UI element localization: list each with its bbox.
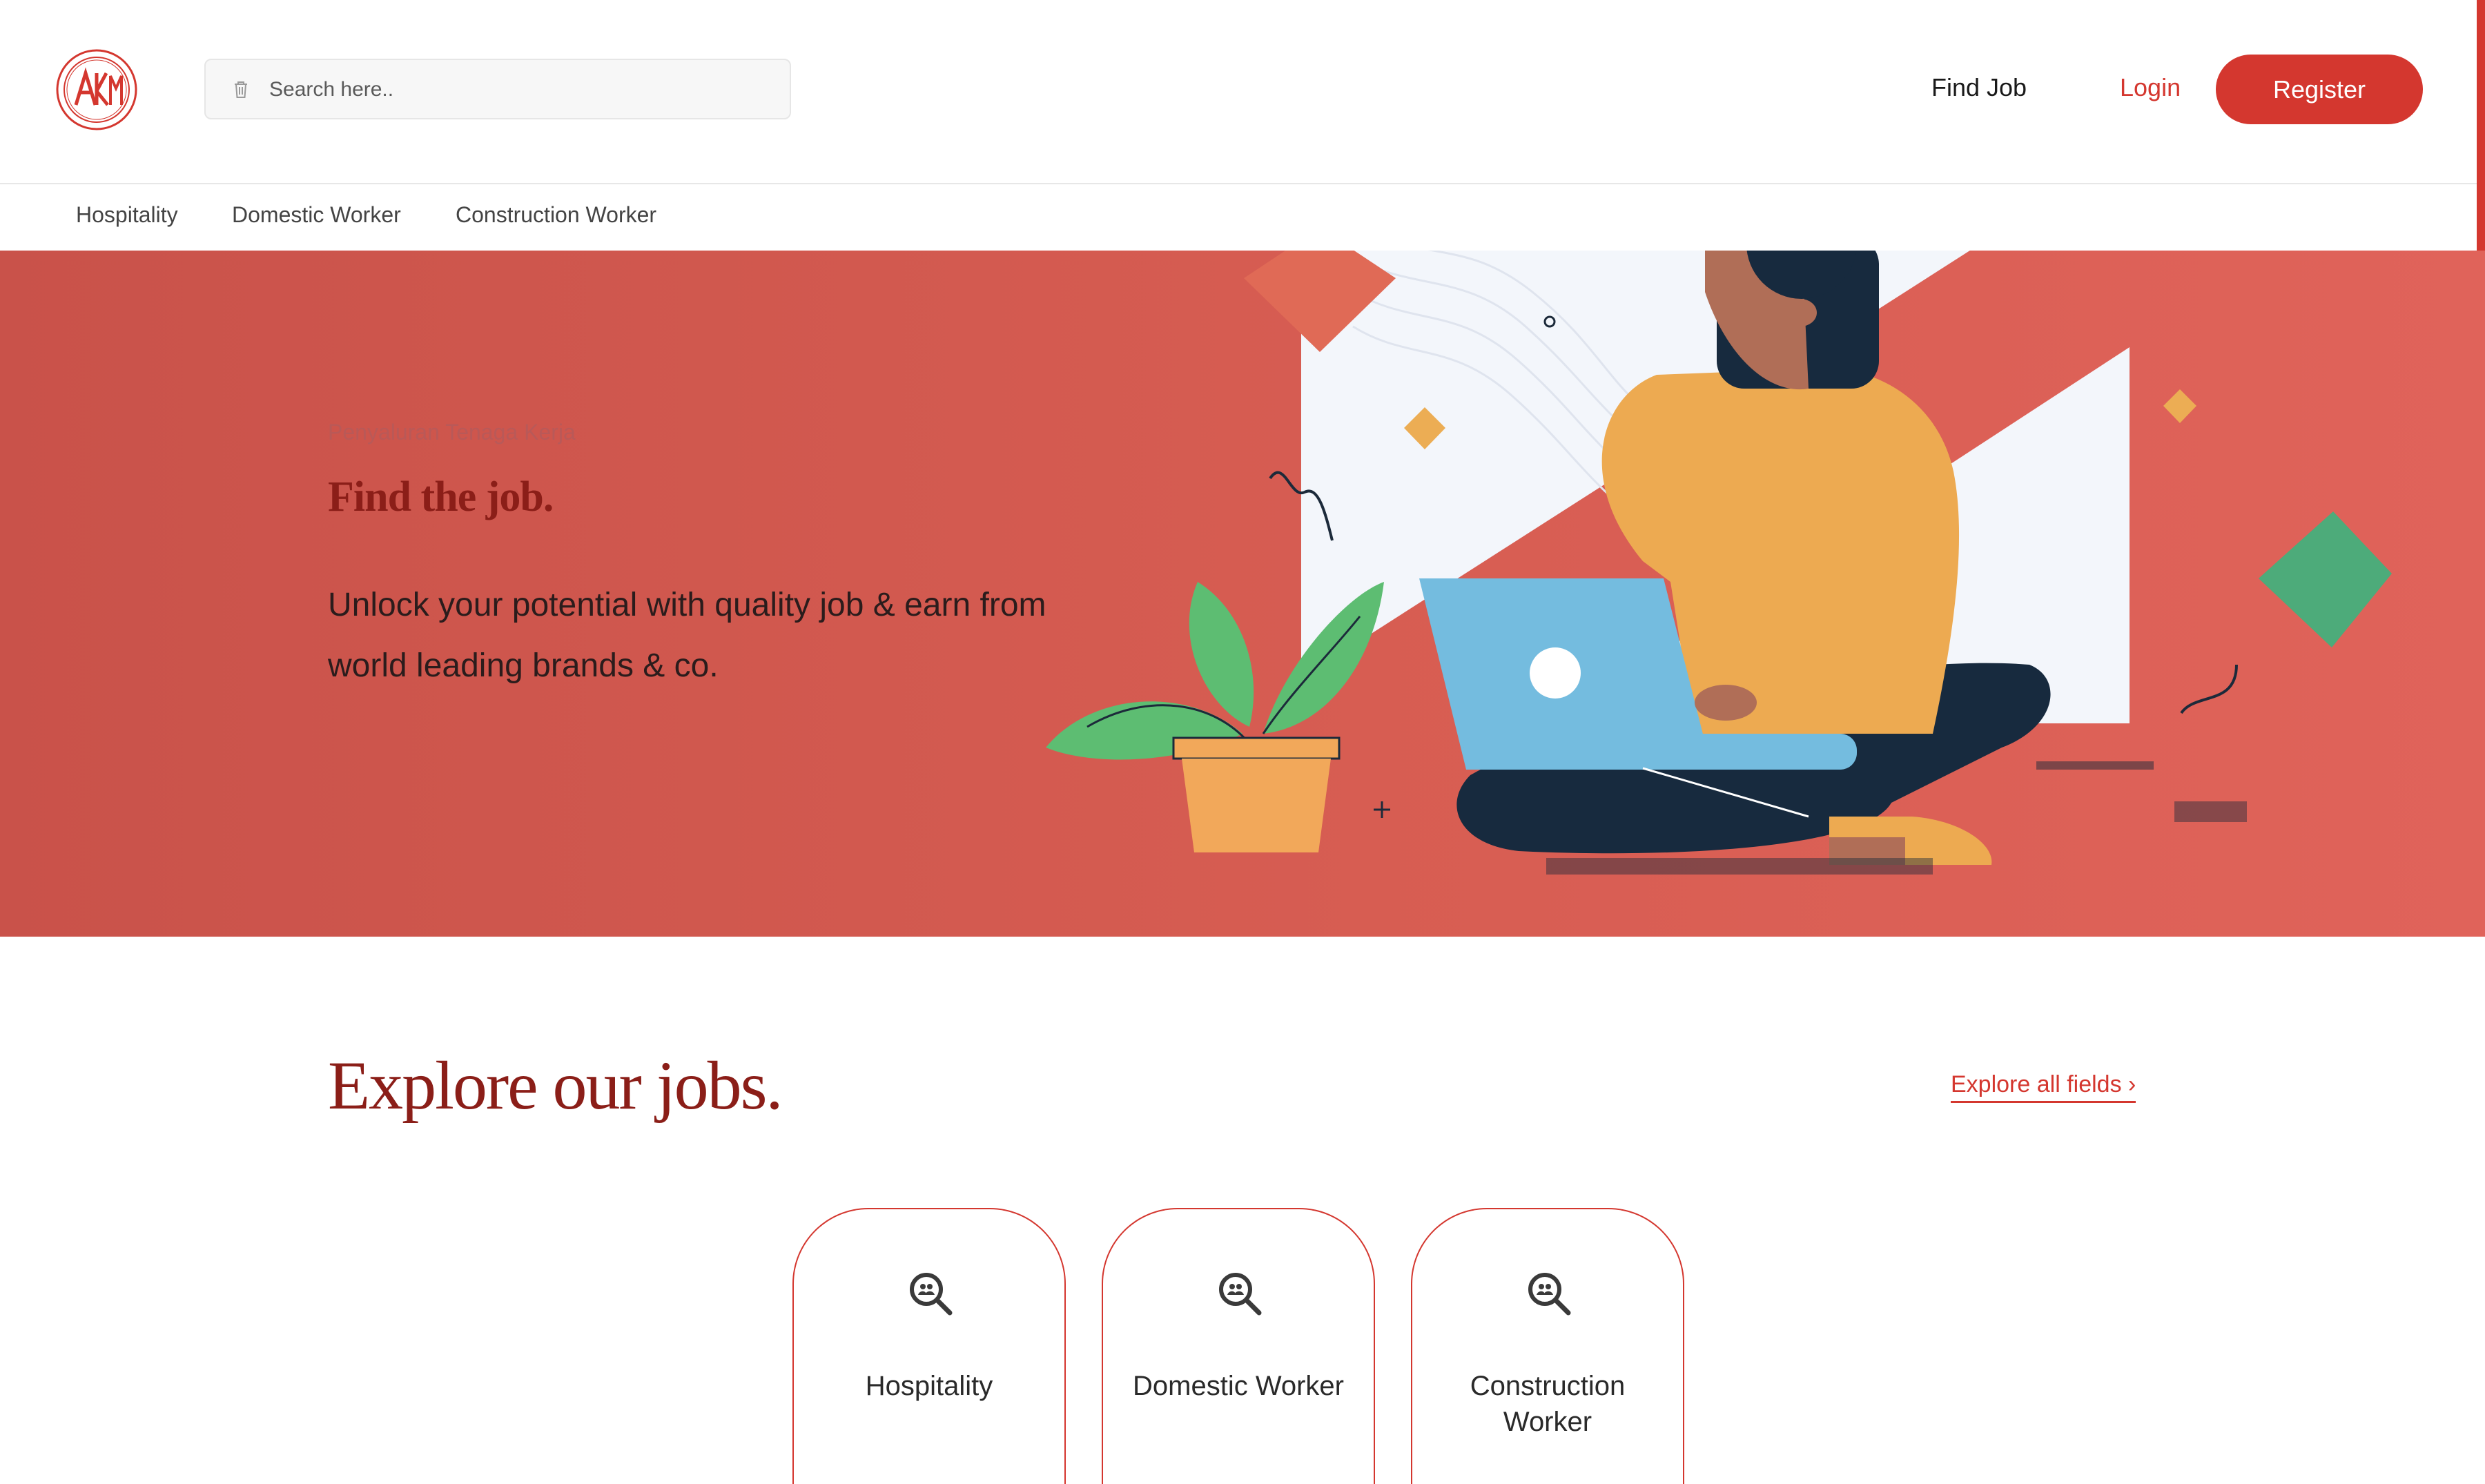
search-people-icon xyxy=(1528,1273,1571,1316)
top-header: Find Job Login Register xyxy=(0,0,2485,438)
search-people-icon xyxy=(1219,1273,1262,1316)
hero-banner: Penyaluran Tenaga Kerja Find the job. Un… xyxy=(0,251,2485,937)
trash-icon xyxy=(235,81,247,98)
nav-login[interactable]: Login xyxy=(2120,73,2181,102)
register-button[interactable]: Register xyxy=(2216,55,2423,124)
job-card-construction-worker[interactable]: Construction Worker xyxy=(1411,1208,1684,1484)
search-box[interactable] xyxy=(204,59,791,119)
job-card-hospitality[interactable]: Hospitality xyxy=(792,1208,1066,1484)
subnav-item-domestic-worker[interactable]: Domestic Worker xyxy=(232,202,401,228)
subnav-item-construction-worker[interactable]: Construction Worker xyxy=(456,202,656,228)
job-card-domestic-worker[interactable]: Domestic Worker xyxy=(1102,1208,1375,1484)
akm-logo xyxy=(56,49,137,130)
category-subnav: Hospitality Domestic Worker Construction… xyxy=(0,184,1242,251)
hero-illustration xyxy=(1046,251,2392,875)
explore-title: Explore our jobs. xyxy=(328,1047,783,1124)
subnav-item-hospitality[interactable]: Hospitality xyxy=(76,202,178,228)
search-people-icon xyxy=(910,1273,953,1316)
job-card-label: Construction Worker xyxy=(1470,1371,1626,1437)
explore-all-fields-link[interactable]: Explore all fields › xyxy=(1951,1071,2136,1103)
search-input[interactable] xyxy=(269,71,766,108)
job-card-label: Hospitality xyxy=(865,1371,993,1401)
nav-find-job[interactable]: Find Job xyxy=(1931,73,2027,102)
job-card-label: Domestic Worker xyxy=(1133,1371,1344,1401)
